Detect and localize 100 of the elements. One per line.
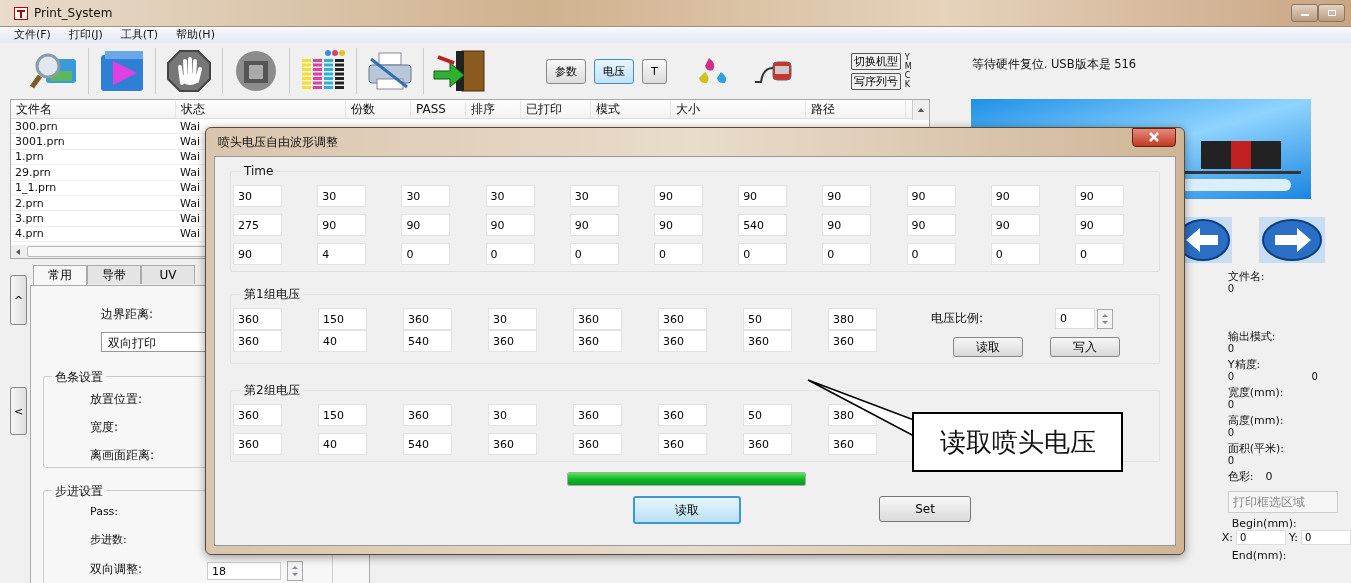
- number-field[interactable]: 0: [485, 243, 535, 265]
- number-field[interactable]: 90: [906, 214, 956, 236]
- number-field[interactable]: 18: [207, 562, 281, 580]
- column-header[interactable]: 份数: [346, 100, 411, 118]
- number-field[interactable]: 0: [1055, 308, 1095, 329]
- machine-button[interactable]: 切换机型: [850, 52, 901, 70]
- menu-item[interactable]: 打印(J): [68, 27, 103, 43]
- spinner[interactable]: [287, 561, 303, 581]
- number-field[interactable]: 360: [743, 433, 792, 455]
- number-field[interactable]: 0: [653, 243, 703, 265]
- number-field[interactable]: 360: [233, 404, 282, 426]
- y-field[interactable]: 0: [1301, 530, 1351, 545]
- number-field[interactable]: 360: [573, 308, 622, 330]
- number-field[interactable]: 360: [828, 433, 877, 455]
- number-field[interactable]: 360: [743, 330, 792, 352]
- number-field[interactable]: 90: [653, 214, 703, 236]
- forward-arrow-icon[interactable]: [1258, 217, 1325, 263]
- close-button[interactable]: [1132, 127, 1176, 147]
- dialog-button[interactable]: 读取: [953, 337, 1023, 357]
- number-field[interactable]: 360: [233, 308, 282, 330]
- column-header[interactable]: 排序: [466, 100, 521, 118]
- number-field[interactable]: 360: [658, 308, 707, 330]
- column-header[interactable]: 模式: [591, 100, 671, 118]
- number-field[interactable]: 30: [233, 185, 282, 207]
- number-field[interactable]: 90: [990, 185, 1040, 207]
- number-field[interactable]: 90: [233, 243, 282, 265]
- menu-item[interactable]: 帮助(H): [176, 27, 215, 43]
- number-field[interactable]: 540: [403, 330, 452, 352]
- spinner[interactable]: [1097, 308, 1113, 329]
- select-region-button[interactable]: 打印框选区域: [1227, 491, 1338, 513]
- number-field[interactable]: 275: [233, 214, 282, 236]
- number-field[interactable]: 90: [990, 214, 1040, 236]
- collapse-button[interactable]: <: [10, 387, 27, 435]
- stop-hand-icon[interactable]: [164, 49, 214, 93]
- number-field[interactable]: 30: [485, 185, 535, 207]
- number-field[interactable]: 30: [401, 185, 451, 207]
- printer-icon[interactable]: [365, 49, 415, 93]
- number-field[interactable]: 90: [738, 185, 788, 207]
- number-field[interactable]: 360: [658, 330, 707, 352]
- x-field[interactable]: 0: [1236, 530, 1287, 545]
- number-field[interactable]: 90: [653, 185, 703, 207]
- number-field[interactable]: 380: [828, 308, 877, 330]
- number-field[interactable]: 50: [743, 404, 792, 426]
- number-field[interactable]: 30: [488, 308, 537, 330]
- number-field[interactable]: 540: [738, 214, 788, 236]
- machine-button[interactable]: 写序列号: [850, 72, 901, 90]
- number-field[interactable]: 30: [488, 404, 537, 426]
- number-field[interactable]: 150: [318, 308, 367, 330]
- number-field[interactable]: 90: [317, 214, 367, 236]
- door-exit-icon[interactable]: [432, 49, 488, 93]
- scrollbar[interactable]: [912, 100, 929, 120]
- scroll-up-icon[interactable]: [917, 107, 925, 113]
- number-field[interactable]: 4: [317, 243, 367, 265]
- number-field[interactable]: 90: [1074, 185, 1124, 207]
- number-field[interactable]: 360: [573, 404, 622, 426]
- number-field[interactable]: 360: [403, 308, 452, 330]
- number-field[interactable]: 90: [401, 214, 451, 236]
- number-field[interactable]: 90: [485, 214, 535, 236]
- dialog-button[interactable]: 写入: [1050, 337, 1120, 357]
- dialog-button[interactable]: Set: [879, 496, 971, 522]
- number-field[interactable]: 360: [488, 433, 537, 455]
- number-field[interactable]: 30: [317, 185, 367, 207]
- maximize-button[interactable]: [1318, 4, 1345, 22]
- number-field[interactable]: 0: [569, 243, 619, 265]
- column-header[interactable]: 路径: [806, 100, 906, 118]
- number-field[interactable]: 540: [403, 433, 452, 455]
- number-field[interactable]: 50: [743, 308, 792, 330]
- number-field[interactable]: 0: [822, 243, 872, 265]
- column-header[interactable]: 状态: [176, 100, 346, 118]
- number-field[interactable]: 40: [318, 433, 367, 455]
- number-field[interactable]: 360: [658, 433, 707, 455]
- number-field[interactable]: 0: [1074, 243, 1124, 265]
- number-field[interactable]: 40: [318, 330, 367, 352]
- number-field[interactable]: 360: [403, 404, 452, 426]
- number-field[interactable]: 0: [401, 243, 451, 265]
- number-field[interactable]: 30: [569, 185, 619, 207]
- tab[interactable]: UV: [141, 265, 195, 284]
- column-header[interactable]: PASS: [411, 102, 466, 116]
- number-field[interactable]: 0: [990, 243, 1040, 265]
- number-field[interactable]: 360: [658, 404, 707, 426]
- toolbar-button[interactable]: 参数: [546, 58, 586, 84]
- menu-item[interactable]: 文件(F): [14, 27, 51, 43]
- number-field[interactable]: 360: [573, 330, 622, 352]
- number-field[interactable]: 150: [318, 404, 367, 426]
- toolbar-button[interactable]: 电压: [594, 58, 634, 84]
- column-header[interactable]: 文件名: [11, 100, 176, 118]
- number-field[interactable]: 90: [822, 185, 872, 207]
- number-field[interactable]: 90: [569, 214, 619, 236]
- toolbar-button[interactable]: T: [642, 58, 667, 84]
- column-header[interactable]: 已打印: [521, 100, 591, 118]
- number-field[interactable]: 360: [573, 433, 622, 455]
- number-field[interactable]: 360: [828, 330, 877, 352]
- number-field[interactable]: 360: [488, 330, 537, 352]
- collapse-button[interactable]: ^: [10, 275, 27, 325]
- tab[interactable]: 常用: [33, 265, 87, 285]
- number-field[interactable]: 0: [738, 243, 788, 265]
- number-field[interactable]: 90: [906, 185, 956, 207]
- dialog-button[interactable]: 读取: [633, 496, 741, 524]
- number-field[interactable]: 360: [233, 433, 282, 455]
- number-field[interactable]: 360: [233, 330, 282, 352]
